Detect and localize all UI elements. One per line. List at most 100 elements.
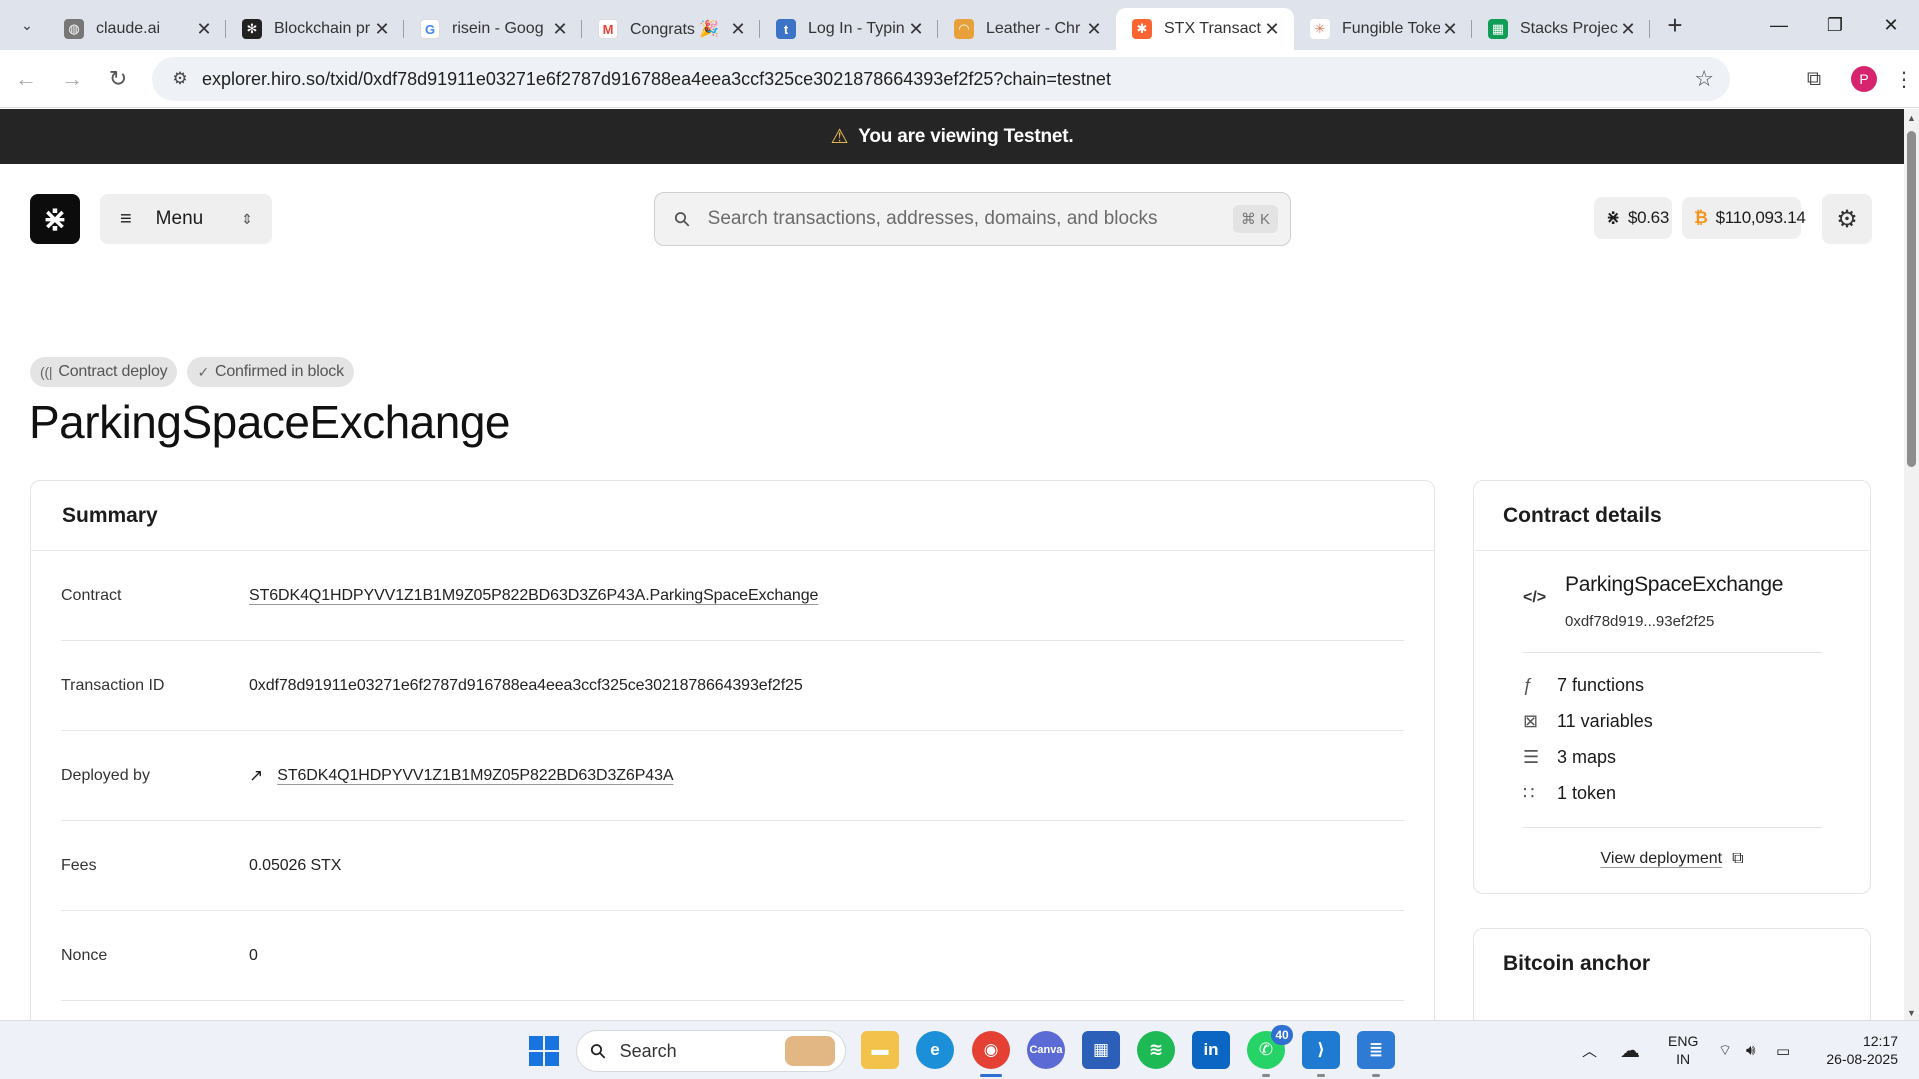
browser-tab-bar: ⌄ ◍ claude.ai ✕ ✻ Blockchain pr ✕ G rise… — [0, 0, 1919, 50]
list-icon: ☰ — [1523, 746, 1540, 767]
whatsapp-icon[interactable]: ✆ 40 — [1247, 1025, 1293, 1069]
bookmark-star-icon[interactable]: ☆ — [1694, 66, 1714, 92]
tab-claude[interactable]: ◍ claude.ai ✕ — [48, 8, 226, 50]
back-button[interactable]: ← — [6, 59, 46, 99]
windows-start-icon[interactable] — [529, 1036, 559, 1066]
close-icon[interactable]: ✕ — [194, 19, 214, 40]
profile-avatar[interactable]: P — [1851, 66, 1877, 92]
wifi-icon[interactable]: ⌔ — [1718, 1021, 1732, 1079]
battery-icon[interactable]: ▭ — [1776, 1021, 1790, 1079]
summary-rows: Contract ST6DK4Q1HDPYVV1Z1B1M9Z05P822BD6… — [31, 551, 1434, 1001]
stx-icon: ⋇ — [1606, 208, 1620, 227]
stx-price-badge[interactable]: ⋇ $0.63 — [1594, 197, 1672, 239]
chrome-store-icon: ◠ — [954, 19, 974, 39]
toolbar-right: ⧉ P ⋮ — [1789, 50, 1919, 108]
clock-time: 12:17 — [1862, 1033, 1898, 1049]
spotify-icon[interactable]: ≋ — [1137, 1031, 1175, 1069]
page-scrollbar[interactable]: ▲ ▼ — [1904, 109, 1919, 1020]
volume-icon[interactable]: 🔊︎ — [1746, 1021, 1755, 1079]
row-label: Nonce — [61, 946, 108, 964]
new-tab-button[interactable]: + — [1658, 8, 1692, 42]
tab-title: Leather - Chr — [986, 20, 1081, 37]
url-bar[interactable]: ⚙ explorer.hiro.so/txid/0xdf78d91911e032… — [152, 57, 1730, 101]
stx-price: $0.63 — [1627, 208, 1669, 227]
contract-details-card: Contract details </> ParkingSpaceExchang… — [1473, 480, 1871, 894]
taskbar-search[interactable]: ⚲ Search — [576, 1030, 846, 1072]
tab-title: claude.ai — [96, 20, 161, 37]
close-icon[interactable]: ✕ — [372, 19, 392, 40]
notepad-icon[interactable]: ≣ — [1357, 1031, 1395, 1069]
site-info-icon[interactable]: ⚙ — [162, 69, 198, 89]
scroll-thumb[interactable] — [1907, 131, 1916, 467]
tab-title: Congrats 🎉 — [630, 21, 720, 38]
search-placeholder: Search transactions, addresses, domains,… — [707, 208, 1158, 229]
testnet-banner: ⚠ You are viewing Testnet. — [0, 109, 1904, 164]
tab-strip: ◍ claude.ai ✕ ✻ Blockchain pr ✕ G risein… — [48, 0, 1692, 50]
close-icon[interactable]: ✕ — [1084, 19, 1104, 40]
more-menu-icon[interactable]: ⋮ — [1889, 67, 1919, 92]
fees-value: 0.05026 STX — [249, 856, 342, 874]
tab-leather[interactable]: ◠ Leather - Chr ✕ — [938, 8, 1116, 50]
function-icon: ƒ — [1523, 674, 1534, 695]
language-indicator[interactable]: ENG IN — [1668, 1032, 1698, 1068]
summary-heading: Summary — [31, 481, 1434, 551]
vscode-icon[interactable]: ⟩ — [1302, 1031, 1340, 1069]
tab-stx-transaction[interactable]: ✱ STX Transacti ✕ — [1116, 8, 1294, 50]
chrome-icon[interactable]: ◉ — [972, 1031, 1010, 1069]
settings-button[interactable]: ⚙ — [1822, 194, 1872, 244]
scroll-up-icon[interactable]: ▲ — [1907, 113, 1916, 123]
search-input[interactable]: ⚲ Search transactions, addresses, domain… — [654, 192, 1291, 246]
tab-gmail[interactable]: M Congrats 🎉 ✕ — [582, 8, 760, 50]
close-icon[interactable]: ✕ — [1440, 19, 1460, 40]
url-text[interactable]: explorer.hiro.so/txid/0xdf78d91911e03271… — [202, 69, 1111, 90]
forward-button[interactable]: → — [52, 59, 92, 99]
tab-title: Blockchain pr — [274, 20, 371, 37]
app-running-indicator — [1262, 1074, 1270, 1077]
onedrive-icon[interactable]: ☁ — [1620, 1021, 1640, 1079]
tab-title: Stacks Projec — [1520, 20, 1618, 37]
store-icon[interactable]: ▦ — [1082, 1031, 1120, 1069]
google-icon: G — [420, 19, 440, 39]
tab-typing[interactable]: t Log In - Typin ✕ — [760, 8, 938, 50]
minimize-icon[interactable]: — — [1751, 0, 1807, 50]
tab-stacks-project[interactable]: ▦ Stacks Projec ✕ — [1472, 8, 1650, 50]
external-link-icon: ⧉ — [1732, 850, 1744, 867]
edge-icon[interactable]: e — [916, 1031, 954, 1069]
system-clock[interactable]: 12:17 26-08-2025 — [1818, 1032, 1898, 1068]
btc-price-badge[interactable]: ₿ $110,093.14 — [1682, 197, 1806, 239]
stacks-logo[interactable]: ⋇ — [30, 194, 80, 244]
close-icon[interactable]: ✕ — [550, 19, 570, 40]
linkedin-icon[interactable]: in — [1192, 1031, 1230, 1069]
contract-icon: ((| — [40, 364, 53, 380]
banner-text: You are viewing Testnet. — [858, 125, 1074, 147]
deployer-link[interactable]: ST6DK4Q1HDPYVV1Z1B1M9Z05P822BD63D3Z6P43A — [277, 767, 673, 785]
close-window-icon[interactable]: ✕ — [1863, 0, 1919, 50]
lang-code: ENG — [1668, 1033, 1699, 1049]
close-icon[interactable]: ✕ — [1262, 19, 1282, 40]
app-running-indicator — [1317, 1074, 1325, 1077]
claude-icon: ✳ — [1310, 19, 1330, 39]
tab-blockchain[interactable]: ✻ Blockchain pr ✕ — [226, 8, 404, 50]
hamburger-icon: ≡ — [120, 207, 132, 230]
tab-google[interactable]: G risein - Goog ✕ — [404, 8, 582, 50]
view-deployment-link[interactable]: View deployment ⧉ — [1474, 850, 1870, 868]
globe-icon: ◍ — [64, 19, 84, 39]
canva-icon[interactable]: Canva — [1027, 1031, 1065, 1069]
tray-chevron-icon[interactable]: ︿ — [1582, 1021, 1597, 1079]
reload-button[interactable]: ↻ — [98, 59, 138, 99]
file-explorer-icon[interactable]: ▬ — [861, 1031, 899, 1069]
region-code: IN — [1676, 1051, 1691, 1067]
close-icon[interactable]: ✕ — [728, 19, 748, 40]
extensions-icon[interactable]: ⧉ — [1789, 68, 1839, 91]
close-icon[interactable]: ✕ — [906, 19, 926, 40]
menu-button[interactable]: ≡ Menu ⇕ — [100, 194, 272, 244]
scroll-down-icon[interactable]: ▼ — [1907, 1008, 1916, 1018]
close-icon[interactable]: ✕ — [1618, 19, 1638, 40]
search-icon: ⚲ — [669, 206, 696, 233]
tab-fungible-token[interactable]: ✳ Fungible Toke ✕ — [1294, 8, 1472, 50]
restore-icon[interactable]: ❐ — [1807, 0, 1863, 50]
tab-search-button[interactable]: ⌄ — [10, 8, 44, 42]
contract-details-heading: Contract details — [1474, 481, 1870, 551]
tx-badges: ((| Contract deploy ✓ Confirmed in block — [30, 357, 354, 387]
contract-link[interactable]: ST6DK4Q1HDPYVV1Z1B1M9Z05P822BD63D3Z6P43A… — [249, 587, 818, 605]
